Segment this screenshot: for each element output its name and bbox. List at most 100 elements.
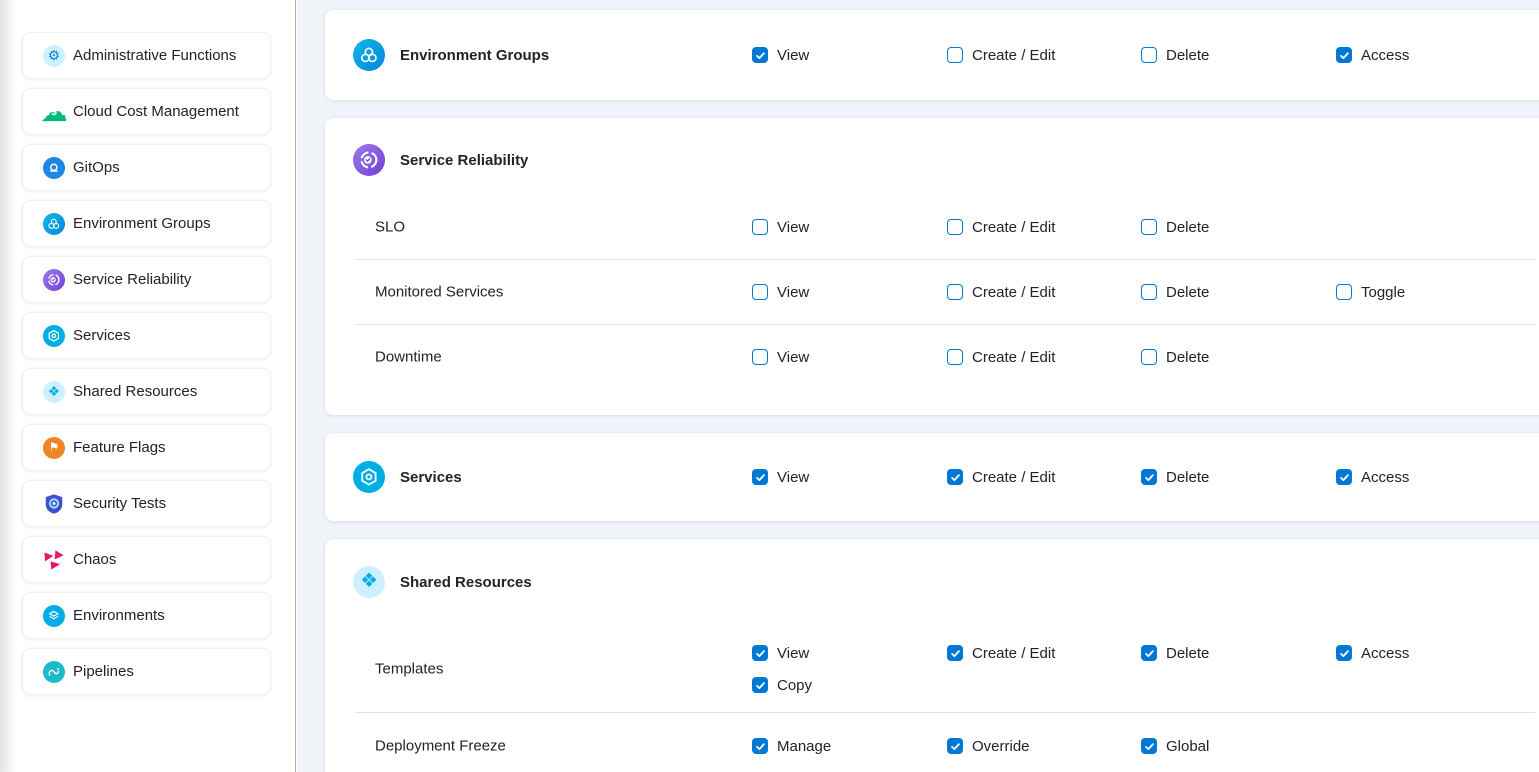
permission-view[interactable]: View	[752, 461, 947, 493]
permission-label: Delete	[1166, 349, 1209, 366]
sidebar-item-environment-groups[interactable]: Environment Groups	[22, 200, 271, 247]
checked-checkbox[interactable]	[1336, 469, 1352, 485]
sidebar-item-label: Feature Flags	[73, 439, 166, 456]
checked-checkbox[interactable]	[752, 645, 768, 661]
sidebar-item-label: Pipelines	[73, 663, 134, 680]
permission-delete[interactable]: Delete	[1141, 39, 1336, 71]
card-header: Environment Groups	[353, 10, 549, 100]
resource-row-downtime: Downtime View Create / Edit Delete	[325, 325, 1539, 389]
sidebar-item-label: Cloud Cost Management	[73, 103, 239, 120]
permission-label: View	[777, 219, 809, 236]
sidebar-item-feature-flags[interactable]: ⚑Feature Flags	[22, 424, 271, 471]
unchecked-checkbox[interactable]	[947, 284, 963, 300]
permission-label: Copy	[777, 677, 812, 694]
checked-checkbox[interactable]	[752, 47, 768, 63]
sidebar-item-environments[interactable]: Environments	[22, 592, 271, 639]
row-label: Downtime	[375, 349, 442, 366]
resource-row-monitored-services: Monitored Services View Create / Edit Delet…	[325, 260, 1539, 324]
unchecked-checkbox[interactable]	[1141, 349, 1157, 365]
permission-access[interactable]: Access	[1336, 39, 1539, 71]
checked-checkbox[interactable]	[1141, 738, 1157, 754]
environments-icon	[43, 605, 65, 627]
checked-checkbox[interactable]	[1141, 469, 1157, 485]
permission-view[interactable]: View	[752, 341, 947, 373]
permission-label: Create / Edit	[972, 645, 1055, 662]
sidebar-item-label: Environment Groups	[73, 215, 211, 232]
checked-checkbox[interactable]	[947, 738, 963, 754]
permission-toggle[interactable]: Toggle	[1336, 276, 1539, 308]
shared-resources-icon: ❖	[43, 381, 65, 403]
service-reliability-icon	[43, 269, 65, 291]
permission-create-edit[interactable]: Create / Edit	[947, 461, 1141, 493]
permission-view[interactable]: View	[752, 211, 947, 243]
permission-manage[interactable]: Manage	[752, 730, 947, 762]
sidebar-item-security-tests[interactable]: Security Tests	[22, 480, 271, 527]
permission-delete[interactable]: Delete	[1141, 637, 1336, 669]
permission-access[interactable]: Access	[1336, 637, 1539, 669]
cloud-cost-management-icon: ☁$	[43, 101, 65, 123]
checked-checkbox[interactable]	[752, 677, 768, 693]
unchecked-checkbox[interactable]	[947, 219, 963, 235]
permission-create-edit[interactable]: Create / Edit	[947, 39, 1141, 71]
sidebar-item-administrative-functions[interactable]: ⚙Administrative Functions	[22, 32, 271, 79]
sidebar-item-gitops[interactable]: GitOps	[22, 144, 271, 191]
permissions-panel: Environment GroupsViewCreate / EditDelet…	[297, 0, 1539, 772]
permission-view[interactable]: View	[752, 39, 947, 71]
permission-label: Delete	[1166, 219, 1209, 236]
permission-label: Create / Edit	[972, 284, 1055, 301]
environment-groups-icon	[353, 39, 385, 71]
resource-card-environment-groups: Environment Groups ViewCreate / EditDelet…	[325, 10, 1539, 100]
permission-view[interactable]: View	[752, 637, 947, 669]
resource-row-deployment-freeze: Deployment FreezeManageOverrideGlobal	[325, 713, 1539, 772]
shared-resources-icon: ❖	[353, 566, 385, 598]
resource-sidebar: ⚙Administrative Functions ☁$ Cloud Cost Ma…	[0, 0, 296, 772]
permission-create-edit[interactable]: Create / Edit	[947, 341, 1141, 373]
environment-groups-icon	[43, 213, 65, 235]
permission-create-edit[interactable]: Create / Edit	[947, 637, 1141, 669]
permission-view[interactable]: View	[752, 276, 947, 308]
checked-checkbox[interactable]	[1141, 645, 1157, 661]
sidebar-item-service-reliability[interactable]: Service Reliability	[22, 256, 271, 303]
permission-delete[interactable]: Delete	[1141, 276, 1336, 308]
permission-grid: View Create / Edit DeleteToggle	[752, 276, 1539, 308]
unchecked-checkbox[interactable]	[1141, 284, 1157, 300]
unchecked-checkbox[interactable]	[1336, 284, 1352, 300]
unchecked-checkbox[interactable]	[752, 349, 768, 365]
resource-row-slo: SLOViewCreate / EditDelete	[325, 196, 1539, 258]
permission-copy[interactable]: Copy	[752, 669, 947, 701]
sidebar-item-label: Security Tests	[73, 495, 166, 512]
sidebar-item-chaos[interactable]: Chaos	[22, 536, 271, 583]
unchecked-checkbox[interactable]	[1141, 47, 1157, 63]
sidebar-item-cloud-cost-management[interactable]: ☁$ Cloud Cost Management	[22, 88, 271, 135]
checked-checkbox[interactable]	[947, 469, 963, 485]
permission-delete[interactable]: Delete	[1141, 211, 1336, 243]
permission-label: View	[777, 645, 809, 662]
unchecked-checkbox[interactable]	[752, 284, 768, 300]
permission-create-edit[interactable]: Create / Edit	[947, 211, 1141, 243]
permission-delete[interactable]: Delete	[1141, 461, 1336, 493]
unchecked-checkbox[interactable]	[1141, 219, 1157, 235]
unchecked-checkbox[interactable]	[947, 349, 963, 365]
permission-label: Access	[1361, 47, 1409, 64]
checked-checkbox[interactable]	[752, 469, 768, 485]
row-label: Monitored Services	[375, 284, 503, 301]
permission-label: View	[777, 349, 809, 366]
sidebar-item-services[interactable]: Services	[22, 312, 271, 359]
card-title: Environment Groups	[400, 47, 549, 64]
permission-create-edit[interactable]: Create / Edit	[947, 276, 1141, 308]
services-icon	[353, 461, 385, 493]
permission-global[interactable]: Global	[1141, 730, 1336, 762]
checked-checkbox[interactable]	[752, 738, 768, 754]
resource-card-services: ServicesViewCreate / EditDeleteAccess	[325, 433, 1539, 521]
checked-checkbox[interactable]	[1336, 645, 1352, 661]
checked-checkbox[interactable]	[947, 645, 963, 661]
unchecked-checkbox[interactable]	[947, 47, 963, 63]
permission-override[interactable]: Override	[947, 730, 1141, 762]
checked-checkbox[interactable]	[1336, 47, 1352, 63]
sidebar-item-pipelines[interactable]: Pipelines	[22, 648, 271, 695]
unchecked-checkbox[interactable]	[752, 219, 768, 235]
permission-access[interactable]: Access	[1336, 461, 1539, 493]
sidebar-item-shared-resources[interactable]: ❖Shared Resources	[22, 368, 271, 415]
permission-delete[interactable]: Delete	[1141, 341, 1336, 373]
permission-grid: ViewCreate / EditDelete Access	[752, 39, 1539, 71]
